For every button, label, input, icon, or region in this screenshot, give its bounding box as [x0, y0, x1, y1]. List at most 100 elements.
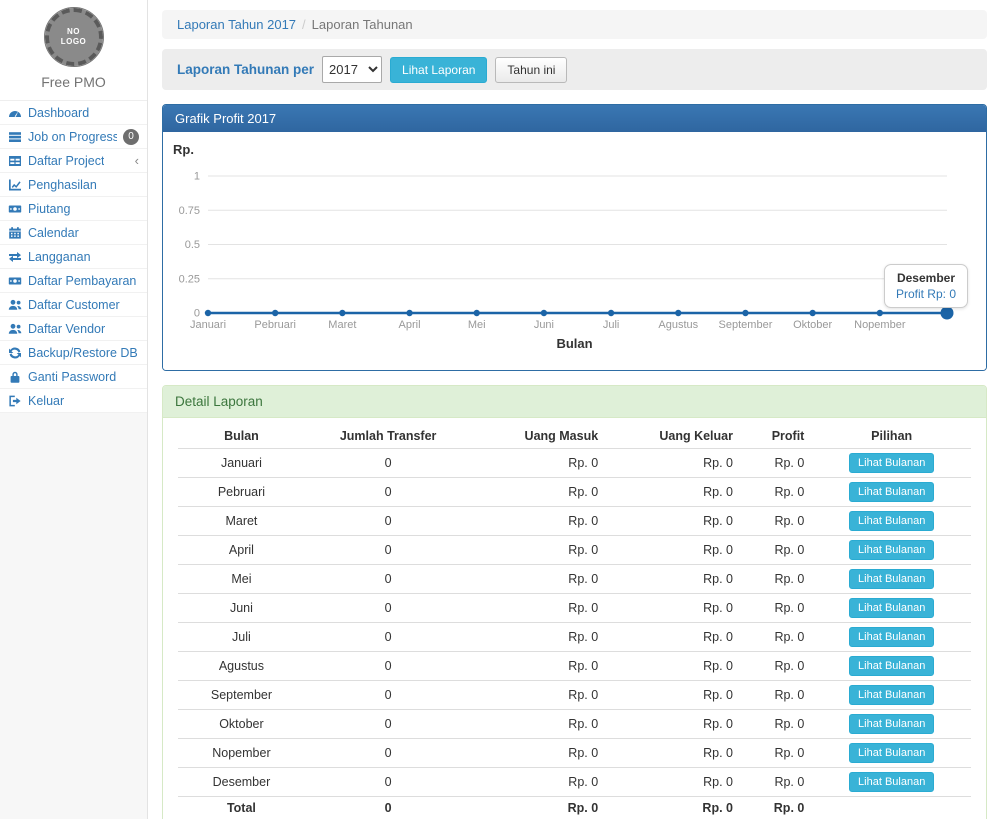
- lihat-bulanan-button[interactable]: Lihat Bulanan: [849, 685, 934, 705]
- lihat-bulanan-button[interactable]: Lihat Bulanan: [849, 598, 934, 618]
- table-cell: 0: [305, 564, 472, 593]
- sidebar-item-daftar-vendor[interactable]: Daftar Vendor: [0, 317, 147, 341]
- table-cell: Rp. 0: [471, 477, 606, 506]
- table-cell: Rp. 0: [741, 593, 812, 622]
- table-cell: 0: [305, 738, 472, 767]
- svg-text:Pebruari: Pebruari: [254, 319, 296, 331]
- lihat-bulanan-button[interactable]: Lihat Bulanan: [849, 772, 934, 792]
- breadcrumb-link[interactable]: Laporan Tahun 2017: [177, 17, 296, 32]
- table-cell: 0: [305, 622, 472, 651]
- chart-tooltip: Desember Profit Rp: 0: [884, 264, 968, 308]
- table-cell: Pebruari: [178, 477, 305, 506]
- refresh-icon: [8, 346, 22, 360]
- action-cell: Lihat Bulanan: [812, 593, 971, 622]
- chart-y-axis-title: Rp.: [173, 142, 194, 157]
- table-cell: Mei: [178, 564, 305, 593]
- sidebar-item-keluar[interactable]: Keluar: [0, 389, 147, 413]
- sidebar-item-label: Daftar Vendor: [28, 322, 105, 336]
- money-icon: [8, 202, 22, 216]
- no-logo-badge: NO LOGO: [45, 8, 103, 66]
- sidebar-item-daftar-pembayaran[interactable]: Daftar Pembayaran: [0, 269, 147, 293]
- lihat-bulanan-button[interactable]: Lihat Bulanan: [849, 656, 934, 676]
- logo-text-line2: LOGO: [61, 37, 87, 47]
- logo-text-line1: NO: [67, 27, 80, 37]
- users-icon: [8, 298, 22, 312]
- column-header: Uang Masuk: [471, 424, 606, 448]
- table-cell: Rp. 0: [606, 709, 741, 738]
- table-cell: 0: [305, 535, 472, 564]
- sidebar-item-ganti-password[interactable]: Ganti Password: [0, 365, 147, 389]
- table-icon: [8, 154, 22, 168]
- sidebar-item-backup-restore-db[interactable]: Backup/Restore DB: [0, 341, 147, 365]
- sidebar-item-job-on-progress[interactable]: Job on Progress0: [0, 125, 147, 149]
- lihat-bulanan-button[interactable]: Lihat Bulanan: [849, 482, 934, 502]
- action-cell: Lihat Bulanan: [812, 477, 971, 506]
- table-cell: 0: [305, 796, 472, 819]
- lihat-bulanan-button[interactable]: Lihat Bulanan: [849, 511, 934, 531]
- table-row: Pebruari0Rp. 0Rp. 0Rp. 0Lihat Bulanan: [178, 477, 971, 506]
- tasks-icon: [8, 130, 22, 144]
- svg-text:September: September: [719, 319, 773, 331]
- lihat-bulanan-button[interactable]: Lihat Bulanan: [849, 540, 934, 560]
- svg-text:Juli: Juli: [603, 319, 620, 331]
- sidebar-item-daftar-project[interactable]: Daftar Project‹: [0, 149, 147, 173]
- svg-text:April: April: [399, 319, 421, 331]
- table-row: Desember0Rp. 0Rp. 0Rp. 0Lihat Bulanan: [178, 767, 971, 796]
- table-cell: Juli: [178, 622, 305, 651]
- table-cell: Juni: [178, 593, 305, 622]
- table-cell: 0: [305, 506, 472, 535]
- brand-name: Free PMO: [0, 66, 147, 100]
- table-cell: Rp. 0: [741, 622, 812, 651]
- table-cell: Rp. 0: [606, 796, 741, 819]
- sidebar-item-label: Langganan: [28, 250, 91, 264]
- lihat-bulanan-button[interactable]: Lihat Bulanan: [849, 453, 934, 473]
- table-cell: Rp. 0: [606, 506, 741, 535]
- column-header: Uang Keluar: [606, 424, 741, 448]
- sidebar-item-langganan[interactable]: Langganan: [0, 245, 147, 269]
- table-cell: Nopember: [178, 738, 305, 767]
- table-cell: Rp. 0: [471, 535, 606, 564]
- column-header: Bulan: [178, 424, 305, 448]
- sidebar-item-label: Backup/Restore DB: [28, 346, 138, 360]
- table-row: Juli0Rp. 0Rp. 0Rp. 0Lihat Bulanan: [178, 622, 971, 651]
- view-report-button[interactable]: Lihat Laporan: [390, 57, 487, 83]
- action-cell: [812, 796, 971, 819]
- calendar-icon: [8, 226, 22, 240]
- table-cell: 0: [305, 680, 472, 709]
- table-cell: Rp. 0: [741, 680, 812, 709]
- lihat-bulanan-button[interactable]: Lihat Bulanan: [849, 569, 934, 589]
- column-header: Jumlah Transfer: [305, 424, 472, 448]
- users-icon: [8, 322, 22, 336]
- table-cell: Rp. 0: [741, 477, 812, 506]
- detail-panel-title: Detail Laporan: [163, 386, 986, 418]
- total-row: Total0Rp. 0Rp. 0Rp. 0: [178, 796, 971, 819]
- sidebar-item-label: Daftar Customer: [28, 298, 120, 312]
- lihat-bulanan-button[interactable]: Lihat Bulanan: [849, 743, 934, 763]
- sign-out-icon: [8, 394, 22, 408]
- year-select[interactable]: 2017: [322, 56, 382, 83]
- retweet-icon: [8, 250, 22, 264]
- action-cell: Lihat Bulanan: [812, 506, 971, 535]
- sidebar-item-daftar-customer[interactable]: Daftar Customer: [0, 293, 147, 317]
- profit-chart-panel: Grafik Profit 2017 00.250.50.751JanuariP…: [162, 104, 987, 371]
- sidebar-item-label: Ganti Password: [28, 370, 116, 384]
- lihat-bulanan-button[interactable]: Lihat Bulanan: [849, 714, 934, 734]
- sidebar-item-penghasilan[interactable]: Penghasilan: [0, 173, 147, 197]
- action-cell: Lihat Bulanan: [812, 767, 971, 796]
- chart-body: 00.250.50.751JanuariPebruariMaretAprilMe…: [163, 132, 986, 370]
- table-cell: Rp. 0: [471, 506, 606, 535]
- lihat-bulanan-button[interactable]: Lihat Bulanan: [849, 627, 934, 647]
- table-cell: Rp. 0: [741, 709, 812, 738]
- table-cell: Rp. 0: [471, 796, 606, 819]
- this-year-button[interactable]: Tahun ini: [495, 57, 567, 83]
- svg-text:Agustus: Agustus: [658, 319, 698, 331]
- line-chart-icon: [8, 178, 22, 192]
- sidebar-item-label: Daftar Pembayaran: [28, 274, 136, 288]
- sidebar-item-calendar[interactable]: Calendar: [0, 221, 147, 245]
- svg-text:Maret: Maret: [328, 319, 356, 331]
- table-cell: Total: [178, 796, 305, 819]
- sidebar-item-dashboard[interactable]: Dashboard: [0, 101, 147, 125]
- sidebar-item-piutang[interactable]: Piutang: [0, 197, 147, 221]
- svg-text:0.75: 0.75: [179, 205, 200, 217]
- table-cell: Rp. 0: [741, 448, 812, 477]
